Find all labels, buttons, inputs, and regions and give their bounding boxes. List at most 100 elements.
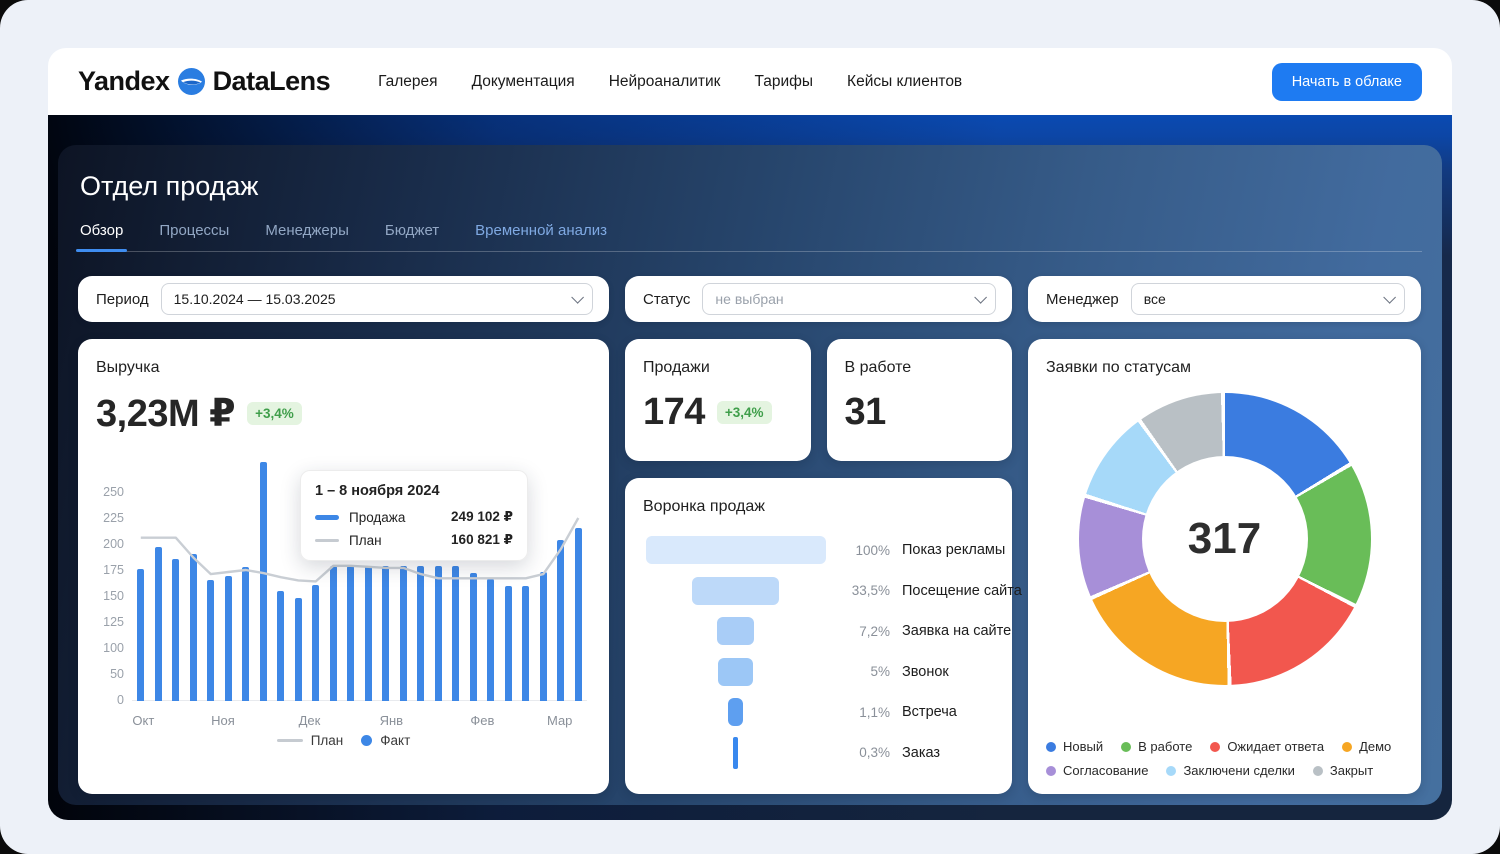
funnel-bar-0[interactable] xyxy=(646,536,826,564)
legend-label: Факт xyxy=(380,733,410,748)
fact-bar-8[interactable] xyxy=(277,591,284,701)
funnel-bar-1[interactable] xyxy=(692,577,778,605)
bar-plot[interactable]: 1 – 8 ноября 2024 Продажа249 102 ₽План16… xyxy=(132,458,587,701)
start-in-cloud-button[interactable]: Начать в облаке xyxy=(1272,63,1422,101)
tooltip-row: Продажа 249 102 ₽ xyxy=(315,509,513,525)
tooltip-series-label: Продажа xyxy=(349,510,441,525)
fact-bar-18[interactable] xyxy=(452,566,459,701)
fact-bar-13[interactable] xyxy=(365,566,372,701)
donut-legend-dot-icon xyxy=(1046,766,1056,776)
funnel-pct: 0,3% xyxy=(828,745,890,760)
funnel-label: Заказ xyxy=(902,745,940,761)
donut-legend-item-3: Демо xyxy=(1342,739,1391,754)
revenue-chart[interactable]: 250225200175150125100500 1 – 8 ноября 20… xyxy=(96,458,591,701)
fact-bar-0[interactable] xyxy=(137,569,144,701)
funnel-pct: 7,2% xyxy=(828,624,890,639)
funnel-pct: 100% xyxy=(828,543,890,558)
tooltip-series-label: План xyxy=(349,533,441,548)
funnel-label: Встреча xyxy=(902,704,957,720)
fact-bar-3[interactable] xyxy=(190,554,197,701)
donut-legend-item-6: Закрыт xyxy=(1313,763,1373,778)
period-select[interactable]: 15.10.2024 — 15.03.2025 xyxy=(161,283,593,315)
nav-item-2[interactable]: Нейроаналитик xyxy=(609,73,721,91)
donut-legend-dot-icon xyxy=(1210,742,1220,752)
statuses-title: Заявки по статусам xyxy=(1046,359,1403,377)
fact-bar-19[interactable] xyxy=(470,573,477,701)
fact-bar-10[interactable] xyxy=(312,585,319,702)
line-legend-icon xyxy=(277,739,303,742)
datalens-lens-icon xyxy=(178,68,205,95)
donut-legend-dot-icon xyxy=(1313,766,1323,776)
y-axis: 250225200175150125100500 xyxy=(96,458,132,701)
fact-bar-11[interactable] xyxy=(330,566,337,701)
funnel-bar-4[interactable] xyxy=(728,698,743,726)
tooltip-series-value: 249 102 ₽ xyxy=(451,509,513,525)
fact-bar-9[interactable] xyxy=(295,598,302,701)
manager-select[interactable]: все xyxy=(1131,283,1405,315)
status-select-value: не выбран xyxy=(715,291,974,307)
dashboard-tab-2[interactable]: Менеджеры xyxy=(265,222,349,239)
dashboard-panel: Отдел продаж Обзор Процессы Менеджеры Бюдже… xyxy=(58,145,1442,805)
fact-bar-17[interactable] xyxy=(435,566,442,701)
dashboard-tab-1[interactable]: Процессы xyxy=(159,222,229,239)
donut-hole: 317 xyxy=(1142,456,1308,622)
series-swatch-icon xyxy=(315,539,339,542)
revenue-card: Выручка 3,23М ₽ +3,4% 250225200175150125… xyxy=(78,339,609,794)
statuses-donut-chart[interactable]: 317 xyxy=(1079,393,1371,685)
chart-tooltip: 1 – 8 ноября 2024 Продажа249 102 ₽План16… xyxy=(300,470,528,561)
tooltip-row: План 160 821 ₽ xyxy=(315,532,513,548)
funnel-pct: 1,1% xyxy=(828,705,890,720)
nav-item-1[interactable]: Документация xyxy=(472,73,575,91)
fact-bar-23[interactable] xyxy=(540,572,547,701)
x-label-Дек: Дек xyxy=(299,713,321,728)
dashboard-tab-0[interactable]: Обзор xyxy=(80,222,123,239)
series-swatch-icon xyxy=(315,515,339,520)
dashboard-tabs: Обзор Процессы Менеджеры Бюджет Временной ан… xyxy=(78,222,1422,252)
funnel-row-0: 100%Показ рекламы xyxy=(643,530,994,571)
fact-bar-4[interactable] xyxy=(207,580,214,701)
funnel-bar-5[interactable] xyxy=(733,737,737,769)
fact-bar-15[interactable] xyxy=(400,566,407,701)
logo[interactable]: Yandex DataLens xyxy=(78,66,330,97)
fact-bar-7[interactable] xyxy=(260,462,267,701)
donut-legend-label: В работе xyxy=(1138,739,1192,754)
x-label-Янв: Янв xyxy=(380,713,403,728)
y-tick: 200 xyxy=(103,537,124,551)
legend-label: План xyxy=(311,733,344,748)
fact-bar-25[interactable] xyxy=(575,528,582,701)
tooltip-series-value: 160 821 ₽ xyxy=(451,532,513,548)
fact-bar-16[interactable] xyxy=(417,566,424,701)
fact-bar-6[interactable] xyxy=(242,567,249,701)
legend-item-plan: План xyxy=(277,733,344,748)
chevron-down-icon xyxy=(1383,291,1396,304)
fact-bar-1[interactable] xyxy=(155,547,162,701)
y-tick: 0 xyxy=(117,693,124,707)
nav-item-3[interactable]: Тарифы xyxy=(754,73,813,91)
funnel-pct: 5% xyxy=(828,664,890,679)
filters-row: Период 15.10.2024 — 15.03.2025 Статус не… xyxy=(78,276,1422,322)
fact-bar-5[interactable] xyxy=(225,576,232,701)
donut-legend-label: Закрыт xyxy=(1330,763,1373,778)
nav-item-0[interactable]: Галерея xyxy=(378,73,437,91)
dashboard-title: Отдел продаж xyxy=(80,171,1422,202)
fact-bar-14[interactable] xyxy=(382,566,389,701)
donut-legend-label: Демо xyxy=(1359,739,1391,754)
revenue-title: Выручка xyxy=(96,359,591,377)
fact-bar-24[interactable] xyxy=(557,540,564,701)
funnel-bar-3[interactable] xyxy=(718,658,753,686)
donut-legend-label: Ожидает ответа xyxy=(1227,739,1324,754)
y-tick: 225 xyxy=(103,511,124,525)
dashboard-tab-3[interactable]: Бюджет xyxy=(385,222,439,239)
nav-item-4[interactable]: Кейсы клиентов xyxy=(847,73,962,91)
status-select[interactable]: не выбран xyxy=(702,283,996,315)
fact-bar-2[interactable] xyxy=(172,559,179,702)
sales-kpi-value: 174 xyxy=(643,391,705,434)
fact-bar-12[interactable] xyxy=(347,566,354,701)
fact-bar-20[interactable] xyxy=(487,579,494,701)
in-progress-kpi-value: 31 xyxy=(845,391,886,434)
dashboard-tab-4[interactable]: Временной анализ xyxy=(475,222,607,239)
fact-bar-22[interactable] xyxy=(522,586,529,701)
funnel-bar-2[interactable] xyxy=(717,617,755,645)
fact-bar-21[interactable] xyxy=(505,586,512,701)
y-tick: 50 xyxy=(110,667,124,681)
